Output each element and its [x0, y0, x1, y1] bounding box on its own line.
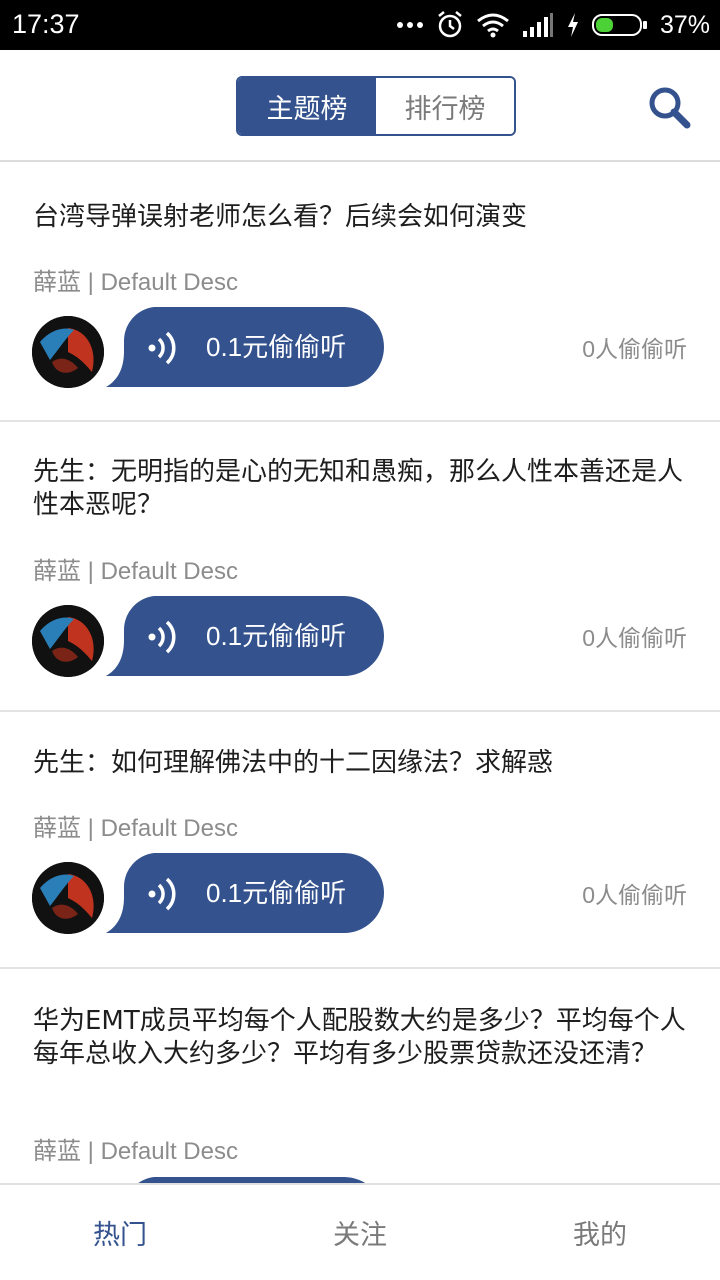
author-line: 薛蓝 | Default Desc — [33, 1131, 238, 1166]
author-name: 薛蓝 — [33, 558, 81, 585]
list-item[interactable]: 华为EMT成员平均每个人配股数大约是多少？平均每个人每年总收入大约多少？平均有多… — [0, 969, 720, 1183]
avatar[interactable] — [32, 605, 104, 677]
listen-button[interactable]: 0.1元偷偷听 — [106, 596, 384, 676]
tab-rankings[interactable]: 排行榜 — [376, 78, 514, 134]
listen-count: 0人偷偷听 — [582, 336, 687, 362]
list-item[interactable]: 先生：如何理解佛法中的十二因缘法？求解惑 薛蓝 | Default Desc 0… — [0, 712, 720, 969]
author-name: 薛蓝 — [33, 815, 81, 842]
tab-topics[interactable]: 主题榜 — [238, 78, 376, 134]
author-line: 薛蓝 | Default Desc — [33, 551, 238, 586]
listen-count: 0人偷偷听 — [582, 882, 687, 908]
more-dots-icon — [396, 22, 423, 28]
author-desc: Default Desc — [100, 558, 238, 585]
meta-separator: | — [81, 1138, 101, 1165]
listen-price-label: 0.1元偷偷听 — [206, 332, 347, 362]
nav-following[interactable]: 关注 — [240, 1185, 480, 1280]
question-title: 先生：无明指的是心的无知和愚痴，那么人性本善还是人性本恶呢？ — [33, 457, 684, 520]
search-icon — [649, 87, 691, 129]
question-title: 华为EMT成员平均每个人配股数大约是多少？平均每个人每年总收入大约多少？平均有多… — [33, 1006, 686, 1069]
listen-button[interactable]: 0.1元偷偷听 — [106, 307, 384, 387]
author-desc: Default Desc — [100, 815, 238, 842]
tab-switcher: 主题榜 排行榜 — [236, 76, 516, 136]
author-name: 薛蓝 — [33, 1138, 81, 1165]
listen-price-label: 0.1元偷偷听 — [206, 621, 347, 651]
status-bar: 17:37 37% — [0, 0, 720, 50]
author-line: 薛蓝 | Default Desc — [33, 808, 238, 843]
status-time: 17:37 — [12, 9, 80, 39]
status-icons: 37% — [396, 0, 710, 50]
listen-count: 0人偷偷听 — [582, 625, 687, 651]
search-button[interactable] — [646, 84, 692, 130]
listen-button[interactable]: 0.1元偷偷听 — [106, 853, 384, 933]
meta-separator: | — [81, 558, 101, 585]
listen-price-label: 0.1元偷偷听 — [206, 878, 347, 908]
author-desc: Default Desc — [100, 269, 238, 296]
question-title: 先生：如何理解佛法中的十二因缘法？求解惑 — [33, 748, 554, 778]
author-desc: Default Desc — [100, 1138, 238, 1165]
avatar[interactable] — [32, 316, 104, 388]
bottom-nav: 热门 关注 我的 — [0, 1183, 720, 1280]
battery-percent: 37% — [659, 10, 710, 39]
nav-hot[interactable]: 热门 — [0, 1185, 240, 1280]
signal-icon — [522, 13, 553, 37]
meta-separator: | — [81, 269, 101, 296]
author-name: 薛蓝 — [33, 269, 81, 296]
question-feed: 台湾导弹误射老师怎么看？后续会如何演变 薛蓝 | Default Desc 0.… — [0, 163, 720, 1183]
author-line: 薛蓝 | Default Desc — [33, 262, 238, 297]
nav-mine[interactable]: 我的 — [480, 1185, 720, 1280]
question-title: 台湾导弹误射老师怎么看？后续会如何演变 — [33, 202, 528, 232]
avatar[interactable] — [32, 862, 104, 934]
charging-icon — [567, 13, 578, 37]
list-item[interactable]: 台湾导弹误射老师怎么看？后续会如何演变 薛蓝 | Default Desc 0.… — [0, 163, 720, 422]
wifi-icon — [477, 13, 509, 38]
meta-separator: | — [81, 815, 101, 842]
list-item[interactable]: 先生：无明指的是心的无知和愚痴，那么人性本善还是人性本恶呢？ 薛蓝 | Defa… — [0, 422, 720, 712]
sound-wave-icon — [148, 331, 176, 365]
battery-icon — [591, 14, 647, 36]
sound-wave-icon — [148, 877, 176, 911]
header: 主题榜 排行榜 — [0, 50, 720, 162]
sound-wave-icon — [148, 620, 176, 654]
alarm-icon — [438, 11, 462, 38]
